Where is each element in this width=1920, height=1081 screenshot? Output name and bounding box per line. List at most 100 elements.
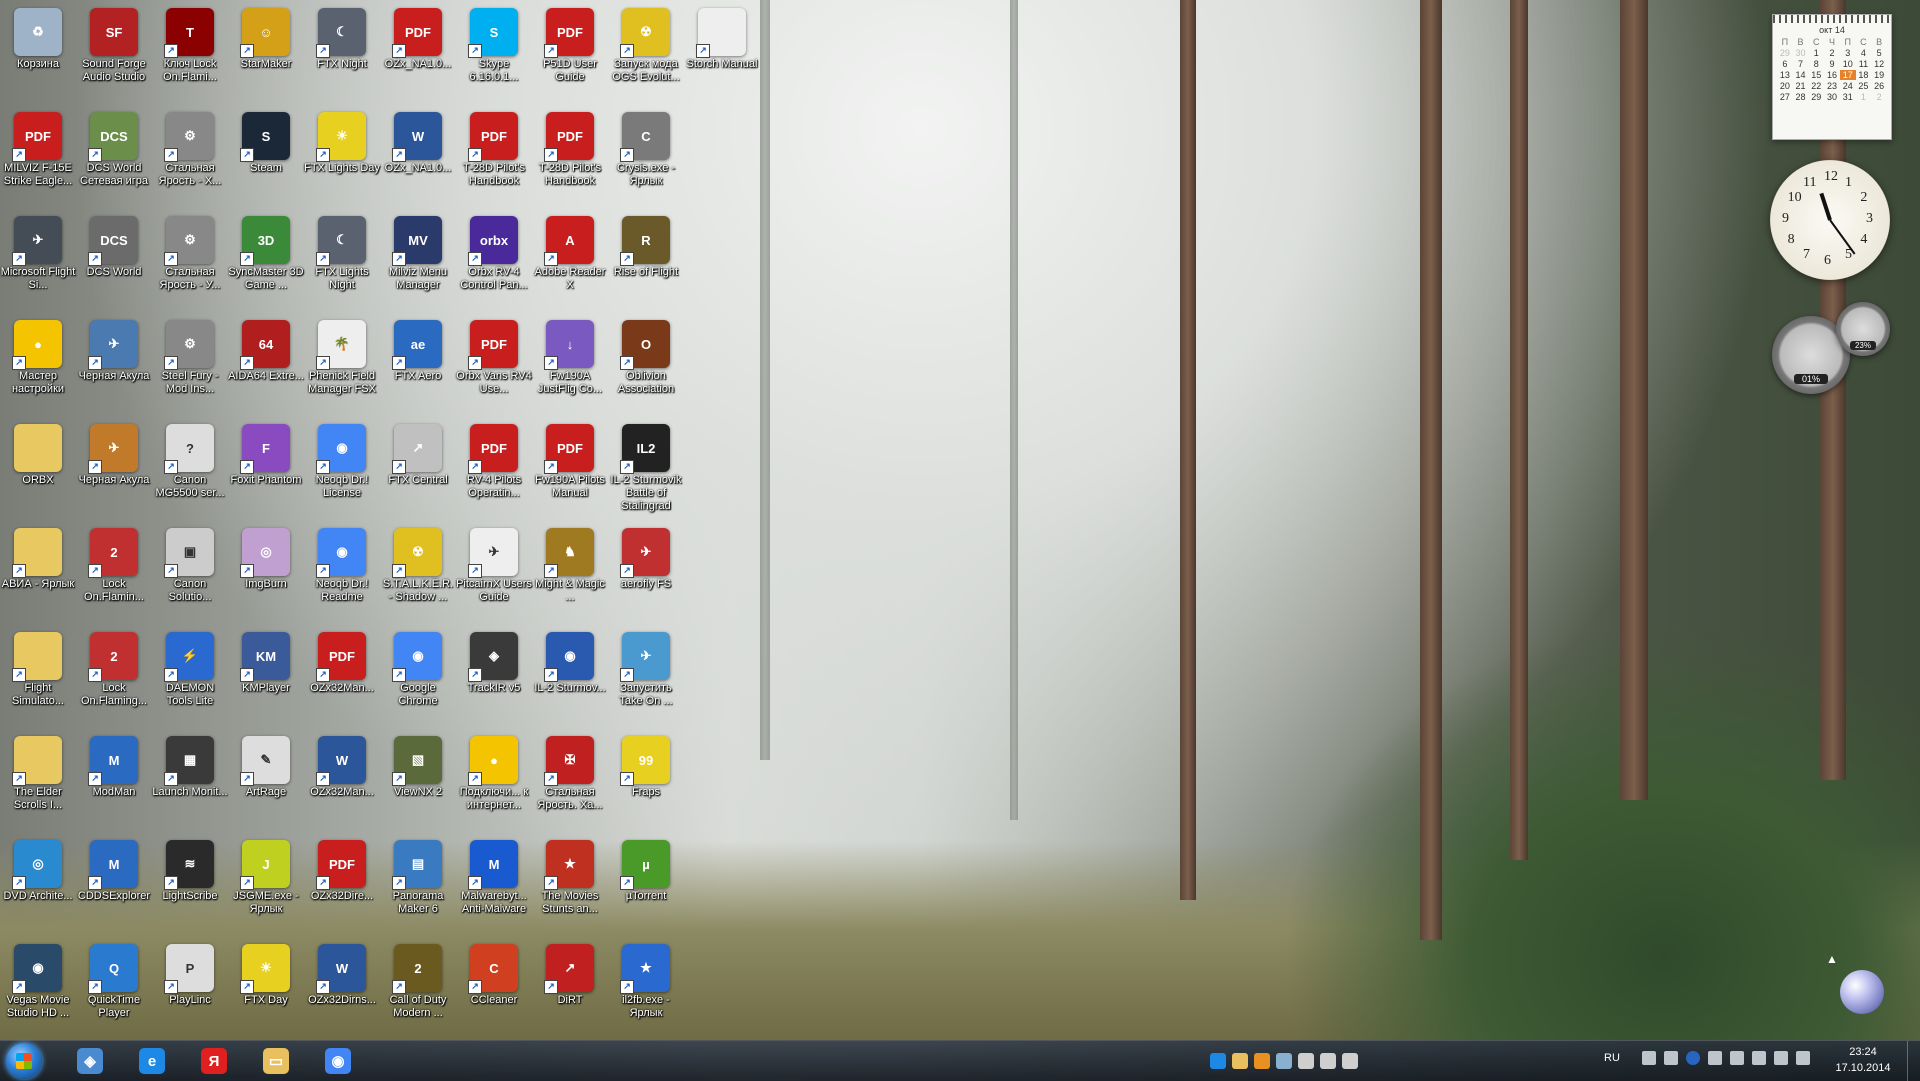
desktop-icon[interactable]: ☢ ↗ S.T.A.L.K.E.R. - Shadow ...	[380, 522, 456, 626]
calendar-day[interactable]: 4	[1856, 48, 1872, 58]
desktop-icon[interactable]: ● ↗ Подключи... к интернет...	[456, 730, 532, 834]
desktop-icon[interactable]: PDF ↗ P51D User Guide	[532, 2, 608, 106]
desktop-icon[interactable]: ◎ ↗ ImgBurn	[228, 522, 304, 626]
desktop-icon[interactable]: M ↗ ModMan	[76, 730, 152, 834]
calendar-day[interactable]: 2	[1824, 48, 1840, 58]
folder-icon[interactable]	[1232, 1053, 1248, 1069]
desktop-icon[interactable]: ↗ Storch Manual	[684, 2, 760, 106]
desktop-icon[interactable]: ☀ ↗ FTX Lights Day	[304, 106, 380, 210]
desktop-icon[interactable]: ★ ↗ The Movies Stunts an...	[532, 834, 608, 938]
desktop-icon[interactable]: O ↗ Oblivion Association	[608, 314, 684, 418]
desktop-icon[interactable]: ✈ ↗ Microsoft Flight Si...	[0, 210, 76, 314]
calendar-day[interactable]: 23	[1824, 81, 1840, 91]
internet-explorer-icon[interactable]	[1210, 1053, 1226, 1069]
desktop-icon[interactable]: PDF ↗ OZx_NA1.0...	[380, 2, 456, 106]
desktop-icon[interactable]: ♞ ↗ Might & Magic ...	[532, 522, 608, 626]
calendar-day[interactable]: 29	[1777, 48, 1793, 58]
calendar-day[interactable]: 22	[1808, 81, 1824, 91]
desktop-icon[interactable]: PDF ↗ Fw190A Pilots Manual	[532, 418, 608, 522]
calendar-day[interactable]: 21	[1793, 81, 1809, 91]
desktop-icon[interactable]: ◉ ↗ Google Chrome	[380, 626, 456, 730]
desktop-icon[interactable]: ☾ ↗ FTX Night	[304, 2, 380, 106]
desktop-icon[interactable]: ↗ Flight Simulato...	[0, 626, 76, 730]
desktop-icon[interactable]: ✈ ↗ PitcairnX Users Guide	[456, 522, 532, 626]
desktop-icon[interactable]: C ↗ CCleaner	[456, 938, 532, 1042]
desktop-icon[interactable]: DCS ↗ DCS World Сетевая игра	[76, 106, 152, 210]
monitor-icon[interactable]	[1663, 1051, 1678, 1065]
desktop-icon[interactable]: C ↗ Crysis.exe - Ярлык	[608, 106, 684, 210]
desktop-icon[interactable]: T ↗ Ключ Lock On.Flami...	[152, 2, 228, 106]
desktop-icon[interactable]: ⚡ ↗ DAEMON Tools Lite	[152, 626, 228, 730]
desktop-icon[interactable]: ◉ ↗ Neoqb Dr.! Readme	[304, 522, 380, 626]
desktop-icon[interactable]: M ↗ Malwarebyt... Anti-Malware	[456, 834, 532, 938]
desktop-icon[interactable]: ▤ ↗ Panorama Maker 6	[380, 834, 456, 938]
calendar-day[interactable]: 26	[1871, 81, 1887, 91]
calendar-day[interactable]: 1	[1856, 92, 1872, 102]
desktop-icon[interactable]: F ↗ Foxit Phantom	[228, 418, 304, 522]
desktop-icon[interactable]: 2 ↗ Lock On.Flaming...	[76, 626, 152, 730]
calendar-day[interactable]: 29	[1808, 92, 1824, 102]
desktop-icon[interactable]: ◉ ↗ IL-2 Sturmov...	[532, 626, 608, 730]
desktop-icon[interactable]: PDF ↗ Orbx Vans RV4 Use...	[456, 314, 532, 418]
calendar-day[interactable]: 10	[1840, 59, 1856, 69]
calendar-day[interactable]: 6	[1777, 59, 1793, 69]
calendar-day[interactable]: 1	[1808, 48, 1824, 58]
show-desktop-button[interactable]	[1907, 1041, 1920, 1081]
desktop-icon[interactable]: ☀ ↗ FTX Day	[228, 938, 304, 1042]
desktop-icon[interactable]: ◎ ↗ DVD Archite...	[0, 834, 76, 938]
desktop-icon[interactable]: PDF ↗ OZx32Man...	[304, 626, 380, 730]
calendar-day[interactable]: 7	[1793, 59, 1809, 69]
calendar-day[interactable]: 12	[1871, 59, 1887, 69]
desktop-icon[interactable]: ◉ ↗ Vegas Movie Studio HD ...	[0, 938, 76, 1042]
desktop-icon[interactable]: ▦ ↗ Launch Monit...	[152, 730, 228, 834]
flag-icon[interactable]	[1773, 1051, 1788, 1065]
desktop-icon[interactable]: DCS ↗ DCS World	[76, 210, 152, 314]
taskbar-pinned-app[interactable]: ◈	[64, 1044, 116, 1078]
taskbar-pinned-app[interactable]: Я	[188, 1044, 240, 1078]
calendar-day[interactable]: 19	[1871, 70, 1887, 80]
calendar-day[interactable]: 15	[1808, 70, 1824, 80]
desktop-icon[interactable]: SF Sound Forge Audio Studio	[76, 2, 152, 106]
desktop-icon[interactable]: PDF ↗ T-28D Pilot's Handbook	[532, 106, 608, 210]
desktop-icon[interactable]: 2 ↗ Lock On.Flamin...	[76, 522, 152, 626]
calendar-day[interactable]: 31	[1840, 92, 1856, 102]
language-indicator[interactable]: RU	[1604, 1052, 1620, 1064]
desktop-icon[interactable]: ✎ ↗ ArtRage	[228, 730, 304, 834]
taskbar-pinned-app[interactable]: ▭	[250, 1044, 302, 1078]
desktop-icon[interactable]: ✈ ↗ Черная Акула	[76, 418, 152, 522]
clock-gadget[interactable]: 12 1 2 3 4 5 6 7 8 9 10 11	[1770, 160, 1890, 280]
media-icon[interactable]	[1254, 1053, 1270, 1069]
calendar-day[interactable]: 17	[1839, 70, 1856, 80]
desktop-icon[interactable]: ↗ ↗ DiRT	[532, 938, 608, 1042]
desktop-icon[interactable]: ☺ ↗ StarMaker	[228, 2, 304, 106]
calendar-day[interactable]: 2	[1871, 92, 1887, 102]
desktop-icon[interactable]: ✈ ↗ Запустить Take On ...	[608, 626, 684, 730]
desktop-icon[interactable]: ✠ ↗ Стальная Ярость. Ха...	[532, 730, 608, 834]
calendar-day[interactable]: 30	[1824, 92, 1840, 102]
desktop-icon[interactable]: S ↗ Steam	[228, 106, 304, 210]
taskbar-pinned-app[interactable]: ◉	[312, 1044, 364, 1078]
calendar-day[interactable]: 20	[1777, 81, 1793, 91]
desktop-icon[interactable]: orbx ↗ Orbx RV-4 Control Pan...	[456, 210, 532, 314]
desktop-icon[interactable]: ☢ ↗ Запуск мода OGS Evolut...	[608, 2, 684, 106]
desktop-icon[interactable]: ≋ ↗ LightScribe	[152, 834, 228, 938]
calendar-gadget[interactable]: окт 14 П В С Ч П С В 29 30 1 2 3 4 5 6 7 8 9 10 11 12 13 14 15 1…	[1772, 14, 1892, 140]
ram-meter-gadget[interactable]: 23%	[1836, 302, 1890, 356]
desktop-icon[interactable]: PDF ↗ MILVIZ F-15E Strike Eagle...	[0, 106, 76, 210]
drive-icon[interactable]	[1342, 1053, 1358, 1069]
calendar-day[interactable]: 18	[1856, 70, 1872, 80]
desktop-icon[interactable]: ◈ ↗ TrackIR v5	[456, 626, 532, 730]
chevron-up-icon[interactable]: ▲	[1826, 952, 1838, 966]
desktop-icon[interactable]: ORBX	[0, 418, 76, 522]
desktop-icon[interactable]: ● ↗ Мастер настройки	[0, 314, 76, 418]
calendar-day[interactable]: 8	[1808, 59, 1824, 69]
desktop-icon[interactable]: S ↗ Skype 6.16.0.1...	[456, 2, 532, 106]
volume-icon[interactable]	[1751, 1051, 1766, 1065]
calendar-day[interactable]: 28	[1793, 92, 1809, 102]
taskbar-clock[interactable]: 23:24 17.10.2014	[1828, 1044, 1898, 1076]
desktop-icon[interactable]: IL2 ↗ IL-2 Sturmovik Battle of Stalingrad	[608, 418, 684, 522]
desktop-icon[interactable]: R ↗ Rise of Flight	[608, 210, 684, 314]
desktop-icon[interactable]: PDF ↗ OZx32Dire...	[304, 834, 380, 938]
desktop-icon[interactable]: W ↗ OZx_NA1.0...	[380, 106, 456, 210]
calendar-day[interactable]: 14	[1793, 70, 1809, 80]
